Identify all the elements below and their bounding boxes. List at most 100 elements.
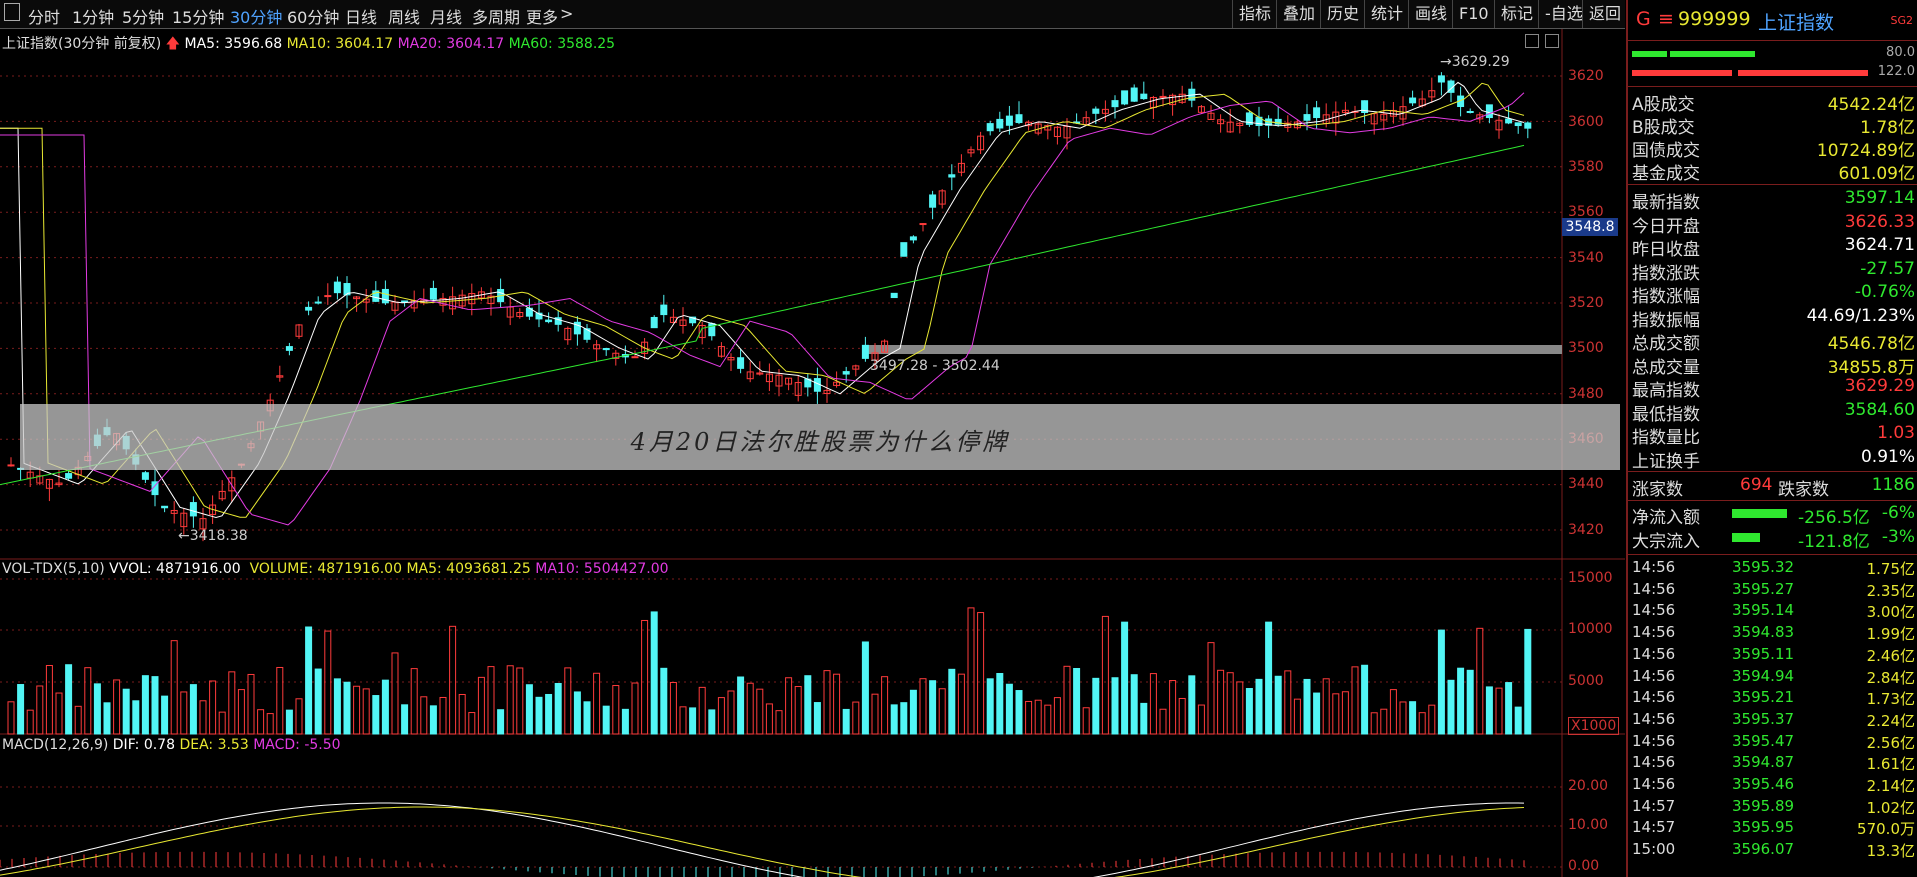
period-tab-5min[interactable]: 5分钟 — [122, 4, 164, 28]
candle-body — [1092, 108, 1100, 114]
period-tab-60min[interactable]: 60分钟 — [287, 4, 339, 28]
stat-value: -0.76% — [1854, 282, 1915, 302]
draw-line-button[interactable]: 画线 — [1408, 0, 1453, 28]
period-tab-1min[interactable]: 1分钟 — [72, 4, 114, 28]
tick-price: 3595.47 — [1732, 731, 1795, 750]
advance-decline-row: 涨家数 694 跌家数 1186 — [1628, 475, 1917, 500]
volume-bar — [180, 691, 188, 735]
volume-bar — [401, 704, 409, 735]
volume-bar — [631, 682, 639, 735]
volume-bar — [237, 689, 245, 735]
volume-bar — [900, 702, 908, 735]
volume-bar — [314, 668, 322, 735]
turnover-value: 10724.89亿 — [1816, 141, 1915, 161]
volume-bar — [161, 695, 169, 735]
tick-price: 3595.14 — [1732, 601, 1795, 620]
period-tab-fenshi[interactable]: 分时 — [28, 4, 60, 28]
current-price-tag: 3548.8 — [1562, 218, 1618, 236]
volume-bar — [1303, 678, 1311, 735]
volume-bar — [794, 686, 802, 735]
volume-bar — [737, 676, 745, 735]
candle-body — [900, 242, 908, 257]
more-chevron-icon[interactable]: > — [560, 4, 573, 23]
volume-bar — [1121, 621, 1129, 735]
bar1-value: 80.0 — [1886, 45, 1915, 60]
stat-row: 指数量比 1.03 — [1628, 423, 1917, 448]
tick-price: 3594.83 — [1732, 623, 1795, 642]
menu-icon[interactable]: ≡ — [1658, 8, 1674, 30]
volume-bar — [929, 680, 937, 735]
back-button[interactable]: 返回 — [1582, 0, 1627, 28]
period-tab-15min[interactable]: 15分钟 — [172, 4, 224, 28]
volume-bar — [1044, 704, 1052, 735]
volume-bar — [151, 676, 159, 735]
volume-bar — [103, 702, 111, 735]
volume-ma10: MA10: 5504427.00 — [535, 561, 669, 577]
tick-row: 14:56 3595.47 2.56亿 — [1628, 732, 1917, 754]
tick-time: 14:56 — [1632, 709, 1676, 728]
macd-tick: 0.00 — [1568, 858, 1600, 874]
stat-value: 4546.78亿 — [1827, 334, 1915, 354]
candle-body — [996, 118, 1004, 129]
period-tab-30min[interactable]: 30分钟 — [230, 4, 282, 28]
candle-body — [1121, 90, 1129, 105]
volume-bar — [823, 670, 831, 735]
tick-time: 14:56 — [1632, 579, 1676, 598]
volume-bar — [324, 630, 332, 735]
f10-button[interactable]: F10 — [1452, 0, 1495, 28]
period-tab-day[interactable]: 日线 — [345, 4, 377, 28]
candle-body — [1409, 97, 1417, 104]
flow-value: -256.5亿 — [1798, 508, 1870, 528]
flow-bar — [1732, 533, 1760, 542]
stat-label: 上证换手 — [1632, 451, 1700, 472]
volume-bar — [343, 681, 351, 735]
volume-bar — [1188, 675, 1196, 735]
tick-time: 14:57 — [1632, 796, 1676, 815]
chart-settings-icon[interactable] — [1525, 34, 1539, 48]
period-tab-multi[interactable]: 多周期 — [472, 4, 520, 28]
tick-row: 14:56 3594.94 2.84亿 — [1628, 667, 1917, 689]
period-tab-month[interactable]: 月线 — [430, 4, 462, 28]
candle-body — [660, 304, 668, 316]
stat-label: 总成交量 — [1632, 357, 1700, 378]
stat-label: 最高指数 — [1632, 381, 1700, 401]
tick-row: 14:57 3595.89 1.02亿 — [1628, 797, 1917, 819]
tick-row: 15:00 3596.07 13.3亿 — [1628, 840, 1917, 862]
volume-bar — [554, 682, 562, 735]
candle-body — [948, 174, 956, 178]
stats-button[interactable]: 统计 — [1364, 0, 1409, 28]
low-annotation: ←3418.38 — [178, 528, 248, 544]
price-tick: 3600 — [1568, 114, 1604, 130]
period-tab-more[interactable]: 更多 — [526, 4, 558, 28]
period-tab-week[interactable]: 周线 — [388, 4, 420, 28]
volume-bar — [698, 686, 706, 735]
candle-body — [929, 194, 937, 208]
chart-maximize-icon[interactable] — [1545, 34, 1559, 48]
panel-toggle-icon[interactable] — [4, 3, 20, 21]
stat-row: 指数振幅 44.69/1.23% — [1628, 306, 1917, 331]
buy-bar-green — [1670, 51, 1755, 57]
volume-bar — [1245, 688, 1253, 735]
volume-bar — [141, 675, 149, 735]
volume-bar — [746, 682, 754, 735]
volume-bar — [938, 688, 946, 735]
candle-body — [842, 371, 850, 375]
turnover-value: 601.09亿 — [1838, 164, 1915, 184]
volume-tick: 5000 — [1568, 673, 1604, 689]
volume-bar — [7, 701, 15, 735]
volume-bar — [199, 700, 207, 735]
overlay-button[interactable]: 叠加 — [1276, 0, 1321, 28]
stat-value: -27.57 — [1860, 258, 1915, 279]
volume-bar — [813, 702, 821, 735]
turnover-label: B股成交 — [1632, 118, 1695, 138]
stat-row: 昨日收盘 3624.71 — [1628, 235, 1917, 260]
candle-body — [1159, 95, 1167, 98]
turnover-row: 基金成交 601.09亿 — [1628, 159, 1917, 184]
volume-bar — [26, 709, 34, 735]
indicator-button[interactable]: 指标 — [1232, 0, 1277, 28]
flow-pct: -6% — [1881, 503, 1915, 523]
candle-body — [737, 357, 745, 369]
turnover-label: 基金成交 — [1632, 164, 1700, 184]
mark-button[interactable]: 标记 — [1494, 0, 1539, 28]
history-button[interactable]: 历史 — [1320, 0, 1365, 28]
